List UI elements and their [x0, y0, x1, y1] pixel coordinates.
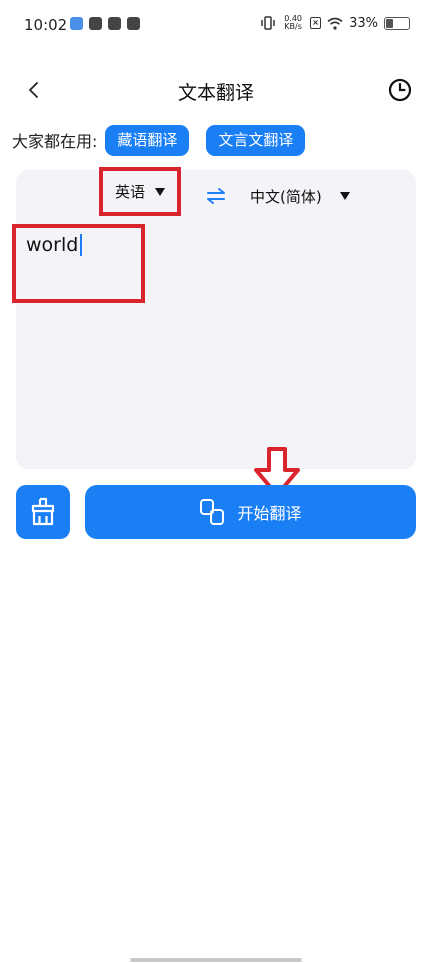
battery-percent: 33%: [349, 15, 378, 31]
target-language-select[interactable]: 中文(简体): [250, 184, 350, 208]
start-translate-button[interactable]: 开始翻译: [85, 485, 416, 539]
caret-down-icon: [155, 187, 165, 196]
wifi-icon: [327, 17, 343, 30]
battery-level: [386, 18, 393, 28]
text-cursor: [80, 234, 83, 256]
broom-icon: [31, 497, 55, 526]
source-text-value: world: [26, 234, 79, 256]
app-notification-icon: [70, 17, 83, 30]
link-notification-icon: [108, 17, 121, 30]
history-button[interactable]: [386, 76, 414, 104]
tibetan-translate-button[interactable]: 藏语翻译: [105, 124, 190, 156]
vibrate-icon: [261, 16, 275, 30]
target-language-label: 中文(简体): [250, 187, 322, 206]
status-right: 0.40 KB/s × 33%: [260, 15, 410, 31]
status-time: 10:02: [24, 16, 68, 34]
clear-button[interactable]: [16, 485, 70, 539]
message-notification-icon: [127, 17, 140, 30]
notification-icons: [70, 17, 140, 30]
clock-icon: [388, 78, 412, 102]
page-title: 文本翻译: [177, 82, 254, 104]
classical-chinese-translate-button[interactable]: 文言文翻译: [206, 124, 306, 156]
mail-notification-icon: [89, 17, 102, 30]
sim-icon: ×: [310, 17, 322, 29]
quick-access-label: 大家都在用:: [12, 132, 98, 151]
header: 文本翻译: [0, 70, 432, 110]
swap-icon: [207, 188, 225, 204]
battery-icon: [384, 16, 410, 30]
quick-access-row: 大家都在用: 藏语翻译 文言文翻译: [12, 124, 322, 156]
network-speed: 0.40 KB/s: [284, 14, 302, 31]
swap-languages-button[interactable]: [204, 184, 228, 208]
home-indicator[interactable]: [130, 958, 302, 962]
translation-panel: [16, 170, 416, 469]
status-bar: 10:02 0.40 KB/s × 33%: [0, 0, 432, 52]
source-language-select[interactable]: 英语: [99, 167, 181, 216]
translate-icon: [200, 499, 225, 525]
start-translate-label: 开始翻译: [237, 504, 302, 523]
source-language-label: 英语: [114, 183, 145, 201]
caret-down-icon: [339, 192, 350, 200]
source-text-input[interactable]: world: [26, 234, 83, 256]
